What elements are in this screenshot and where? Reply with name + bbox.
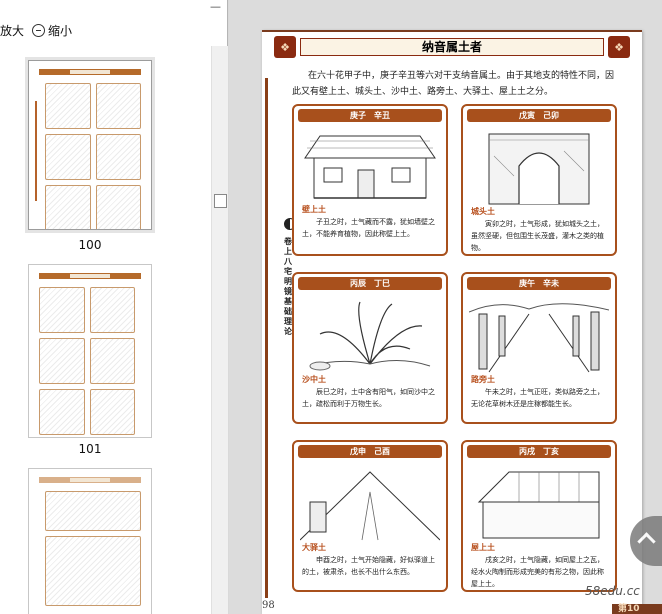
card-name: 大驿土: [302, 542, 326, 552]
title-ornament-left-icon: ❖: [274, 36, 296, 58]
card-text: 辰巳之时，土中含有阳气，如同沙中之土，疏松而利于万物生长。: [302, 388, 435, 408]
title-bar: ❖ 纳音属土者 ❖: [274, 36, 630, 58]
card-shazhongtu: 丙辰 丁巳 沙中土 辰巳之时，土中含有阳气，如同沙中之土，疏松而利于万物生长。: [292, 272, 448, 424]
pdf-reader-window: — 放大 缩小 100 101 ❖ 纳音属土者 ❖ 在六十花甲子中，庚子辛丑等六…: [0, 0, 662, 614]
thumb-grid: [45, 491, 141, 606]
thumb-cell: [45, 83, 91, 129]
thumb-title: [39, 273, 141, 279]
card-header: 庚午 辛未: [467, 277, 611, 290]
zoom-out-button[interactable]: 缩小: [32, 22, 72, 39]
card-text: 午未之时，土气正旺，类似路旁之土，无论花草树木还是庄稼都能生长。: [471, 388, 604, 408]
card-text: 申酉之时，土气开始隐藏，好似驿道上的土，被肃杀，也长不出什么东西。: [302, 556, 435, 576]
card-header: 戊寅 己卯: [467, 109, 611, 122]
zoom-out-icon: [32, 24, 45, 37]
card-header: 戊申 己酉: [298, 445, 442, 458]
zoom-in-button[interactable]: 放大: [0, 22, 24, 39]
tiled-roof-illustration: [477, 471, 600, 539]
document-view[interactable]: ❖ 纳音属土者 ❖ 在六十花甲子中，庚子辛丑等六对干支纳音属土。由于其地支的特性…: [229, 0, 662, 614]
thumbnail-toolbar: — 放大 缩小: [0, 0, 228, 46]
city-gate-illustration: [488, 133, 590, 205]
thumb-grid: [45, 83, 141, 229]
card-name: 壁上土: [302, 204, 326, 214]
thumb-grid: [39, 287, 135, 435]
close-panel-icon[interactable]: —: [210, 0, 221, 13]
card-name: 路旁土: [471, 374, 495, 384]
card-name: 屋上土: [471, 542, 495, 552]
thumb-cell: [45, 134, 91, 180]
thumb-cell: [95, 185, 141, 229]
card-dayitu: 戊申 己酉 大驿土 申酉之时，土气开始隐藏，好似驿道上的土，被肃杀，也长不出什么…: [292, 440, 448, 592]
title-ornament-right-icon: ❖: [608, 36, 630, 58]
card-text: 子丑之时，土气藏而不露，犹如墙壁之土，不能养育植物，因此称壁上土。: [302, 218, 435, 238]
thumb-cell: [39, 338, 85, 384]
page-side-bar: [265, 78, 268, 598]
thumbnail-panel: — 放大 缩小 100 101: [0, 0, 228, 614]
watermark: 58edu.cc: [585, 584, 640, 598]
thumb-sidebar: [35, 101, 37, 201]
page-number: 98: [262, 600, 275, 611]
roadside-trees-illustration: [469, 303, 609, 373]
corner-page-badge: 第10: [612, 604, 662, 614]
intro-paragraph: 在六十花甲子中，庚子辛丑等六对干支纳音属土。由于其地支的特性不同，因此又有壁上土…: [292, 71, 615, 97]
thumb-cell: [89, 389, 135, 435]
thumbnail-label-100: 100: [78, 238, 102, 252]
page-top-rule: [262, 30, 642, 32]
thumbnail-label-101: 101: [78, 442, 102, 456]
mountain-road-illustration: [300, 471, 440, 541]
card-chengtoutu: 戊寅 己卯 城头土 寅卯之时，土气形成，犹如城头之土，虽然坚硬，但包围生长茂盛，…: [461, 104, 617, 256]
thumb-cell: [45, 491, 141, 531]
card-header: 丙辰 丁巳: [298, 277, 442, 290]
card-wushangtu: 丙戌 丁亥 屋上土 戌亥之时，土气隐藏，如同屋上之瓦，经水火陶制而形成完美的有形…: [461, 440, 617, 592]
card-header: 庚子 辛丑: [298, 109, 442, 122]
thumb-title: [39, 477, 141, 483]
card-bishangtu: 庚子 辛丑 壁上土 子丑之时，土气藏而不露，犹如墙壁之土，不能养育植物，因此称壁…: [292, 104, 448, 256]
page-title: 纳音属土者: [300, 38, 604, 56]
plant-illustration: [309, 301, 431, 371]
card-name: 城头土: [471, 206, 495, 216]
page-thumbnail-100[interactable]: [28, 60, 152, 230]
thumb-cell: [95, 83, 141, 129]
zoom-in-label: 放大: [0, 24, 25, 38]
thumb-cell: [39, 287, 85, 333]
thumb-cell: [89, 287, 135, 333]
house-illustration: [304, 135, 436, 199]
card-name: 沙中土: [302, 374, 326, 384]
thumbnail-scrollbar[interactable]: [211, 46, 228, 614]
thumb-title: [39, 69, 141, 75]
zoom-out-label: 缩小: [48, 24, 73, 38]
page-thumbnail-101[interactable]: [28, 264, 152, 438]
scrollbar-thumb[interactable]: [214, 194, 227, 208]
thumb-cell: [45, 185, 91, 229]
card-lupangtu: 庚午 辛未 路旁土 午未之时，土气正旺，类似路旁之土，无论花草树木还是庄稼都能生…: [461, 272, 617, 424]
thumb-cell: [39, 389, 85, 435]
document-page: ❖ 纳音属土者 ❖ 在六十花甲子中，庚子辛丑等六对干支纳音属土。由于其地支的特性…: [262, 30, 642, 614]
thumb-cell: [45, 536, 141, 606]
page-thumbnail-102[interactable]: [28, 468, 152, 614]
thumb-cell: [89, 338, 135, 384]
card-header: 丙戌 丁亥: [467, 445, 611, 458]
thumb-cell: [95, 134, 141, 180]
card-text: 寅卯之时，土气形成，犹如城头之土，虽然坚硬，但包围生长茂盛，灌木之类的植物。: [471, 220, 604, 252]
